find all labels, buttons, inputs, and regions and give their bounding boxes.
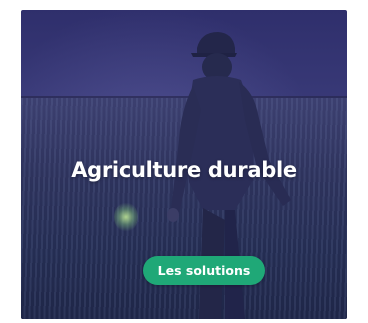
- solutions-button[interactable]: Les solutions: [143, 256, 265, 285]
- card-title: Agriculture durable: [71, 158, 297, 182]
- category-card[interactable]: Agriculture durable Les solutions: [21, 10, 347, 319]
